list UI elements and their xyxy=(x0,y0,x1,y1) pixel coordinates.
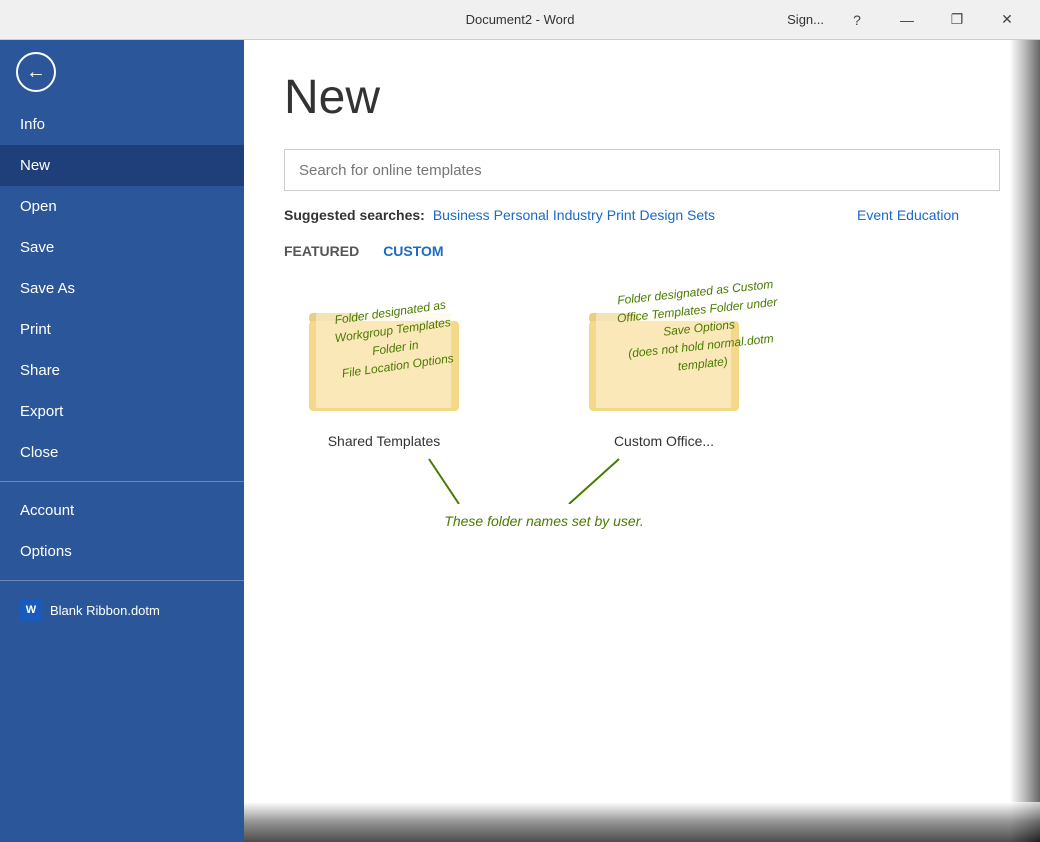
tab-custom[interactable]: CUSTOM xyxy=(383,243,443,263)
suggested-label: Suggested searches: xyxy=(284,207,425,223)
folder-icon-left xyxy=(304,293,464,423)
back-button[interactable]: ← xyxy=(0,40,244,104)
torn-bottom-edge xyxy=(244,802,1040,842)
sidebar-item-save[interactable]: Save xyxy=(0,227,244,268)
signin-label: Sign... xyxy=(787,12,824,27)
sidebar-item-options[interactable]: Options xyxy=(0,531,244,572)
sidebar-item-export[interactable]: Export xyxy=(0,391,244,432)
search-input[interactable] xyxy=(284,149,1000,191)
search-tag-personal[interactable]: Personal xyxy=(494,207,549,223)
folder-note-area: These folder names set by user. xyxy=(344,454,744,529)
app-container: ← Info New Open Save Save As Print xyxy=(0,40,1040,842)
sidebar-item-save-as[interactable]: Save As xyxy=(0,268,244,309)
main-content: New Suggested searches: Business Persona… xyxy=(244,40,1040,842)
search-tag-industry[interactable]: Industry xyxy=(553,207,603,223)
search-tag-education[interactable]: Education xyxy=(897,207,959,223)
folder-note: These folder names set by user. xyxy=(344,513,744,529)
search-tag-print[interactable]: Print xyxy=(607,207,636,223)
minimize-button[interactable]: — xyxy=(884,0,930,40)
search-tag-event[interactable]: Event xyxy=(857,207,893,223)
sidebar-item-account[interactable]: Account xyxy=(0,490,244,531)
folder-arrows xyxy=(369,454,719,504)
sidebar-item-close[interactable]: Close xyxy=(0,432,244,473)
sidebar-item-share[interactable]: Share xyxy=(0,350,244,391)
shared-templates-item[interactable]: Folder designated asWorkgroup TemplatesF… xyxy=(284,293,484,449)
tab-row: FEATURED CUSTOM xyxy=(284,243,1000,263)
shared-templates-label: Shared Templates xyxy=(328,433,441,449)
word-file-icon: W xyxy=(20,599,42,621)
window-title: Document2 - Word xyxy=(466,12,575,27)
sidebar-item-print[interactable]: Print xyxy=(0,309,244,350)
close-button[interactable]: ✕ xyxy=(984,0,1030,40)
window-controls: Sign... ? — ❐ ✕ xyxy=(787,0,1030,40)
search-tag-design-sets[interactable]: Design Sets xyxy=(640,207,715,223)
page-title: New xyxy=(284,70,1000,125)
sidebar-item-open[interactable]: Open xyxy=(0,186,244,227)
tab-featured[interactable]: FEATURED xyxy=(284,243,359,263)
maximize-button[interactable]: ❐ xyxy=(934,0,980,40)
folder-icon-right xyxy=(584,293,744,423)
templates-area: Folder designated asWorkgroup TemplatesF… xyxy=(284,293,1000,449)
torn-right-edge xyxy=(1010,40,1040,842)
sidebar: ← Info New Open Save Save As Print xyxy=(0,40,244,842)
sidebar-item-new[interactable]: New xyxy=(0,145,244,186)
sidebar-divider-1 xyxy=(0,481,244,482)
sidebar-nav: Info New Open Save Save As Print Share E… xyxy=(0,104,244,842)
title-bar: Document2 - Word Sign... ? — ❐ ✕ xyxy=(0,0,1040,40)
search-tag-business[interactable]: Business xyxy=(433,207,490,223)
recent-file-item[interactable]: W Blank Ribbon.dotm xyxy=(0,589,244,631)
back-circle-icon: ← xyxy=(16,52,56,92)
suggested-searches: Suggested searches: Business Personal In… xyxy=(284,207,1000,223)
sidebar-item-info[interactable]: Info xyxy=(0,104,244,145)
custom-office-item[interactable]: Folder designated as CustomOffice Templa… xyxy=(564,293,764,449)
sidebar-divider-2 xyxy=(0,580,244,581)
help-button[interactable]: ? xyxy=(834,0,880,40)
custom-office-label: Custom Office... xyxy=(614,433,714,449)
